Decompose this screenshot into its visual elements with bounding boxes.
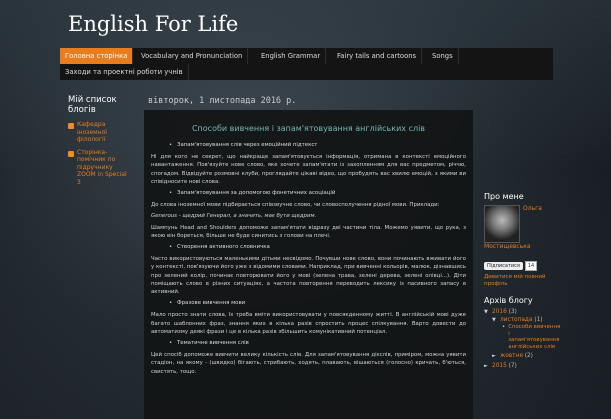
blog-title[interactable]: English For Life	[68, 12, 238, 36]
archive-month[interactable]: ▼ листопада (1)	[484, 316, 562, 324]
sidebar-blog-list: Мій список блогів Кафедра іноземної філо…	[68, 95, 130, 191]
post-container: Способи вивчення і запам'ятовування англ…	[144, 110, 473, 419]
post-paragraph: Цей спосіб допоможе вивчити велику кільк…	[151, 352, 466, 375]
post-paragraph: Generous - щедрий Генерал, а значить, ма…	[151, 213, 317, 220]
blog-list-item[interactable]: Кафедра іноземної філології	[68, 121, 130, 144]
blog-list-link[interactable]: Сторінка-помічник по підручнику ZOOM in …	[77, 149, 130, 187]
rss-icon	[68, 123, 74, 129]
post-paragraph: Мало просто знати слова, їх треба вміти …	[151, 312, 466, 335]
post-paragraph: Ні для кого не секрет, що найкраще запам…	[151, 154, 466, 185]
tab-projects[interactable]: Заходи та проектні роботи учнів	[60, 64, 189, 80]
tab-vocabulary[interactable]: Vocabulary and Pronunciation	[136, 48, 249, 64]
post-bullet: Запам'ятовування за допомогою фонетичних…	[151, 189, 466, 197]
post-date: вівторок, 1 листопада 2016 р.	[148, 96, 297, 106]
avatar[interactable]	[484, 205, 520, 243]
archive-month[interactable]: ► жовтня (2)	[484, 352, 562, 360]
post-bullet: Створення активного словничка	[151, 243, 466, 251]
blog-page: English For Life Головна сторінка Vocabu…	[52, 0, 566, 419]
nav-bar: Головна сторінка Vocabulary and Pronunci…	[60, 48, 553, 80]
post-bullet: Тематичне вивчення слів	[151, 339, 466, 347]
expand-triangle-icon[interactable]: ►	[484, 362, 492, 370]
rss-icon	[68, 150, 74, 157]
post-paragraph: Шампунь Head and Shoulders допоможе запа…	[151, 224, 466, 239]
subscribe-button[interactable]: Підписатися	[484, 262, 523, 270]
archive-year[interactable]: ► 2015 (7)	[484, 362, 562, 370]
tab-songs[interactable]: Songs	[427, 48, 459, 64]
post-title[interactable]: Способи вивчення і запам'ятовування англ…	[144, 124, 473, 133]
about-title: Про мене	[484, 192, 524, 201]
post-paragraph: До слова іноземної мови підбирається спі…	[151, 202, 440, 209]
archive-year[interactable]: ▼ 2016 (3)	[484, 308, 562, 316]
post-bullet: Запам'ятовування слів через емоційний пі…	[151, 141, 466, 149]
blog-list-title: Мій список блогів	[68, 95, 117, 115]
subscriber-count: 14	[524, 261, 538, 271]
sidebar-right: Про мене Ольга Мостищевська Підписатися 1…	[484, 192, 562, 370]
blog-list-link[interactable]: Кафедра іноземної філології	[77, 121, 130, 144]
post-bullet: Фразове вивчення мови	[151, 299, 466, 307]
collapse-triangle-icon[interactable]: ▼	[492, 316, 500, 324]
expand-triangle-icon[interactable]: ►	[492, 352, 500, 360]
tab-grammar[interactable]: English Grammar	[256, 48, 327, 64]
archive-post-link[interactable]: • Способи вивчення і запам'ятовування анг…	[484, 324, 562, 350]
profile-link[interactable]: Дивитися мій повний профіль	[484, 274, 562, 288]
tab-fairy-tails[interactable]: Fairy tails and cartoons	[332, 48, 423, 64]
blog-list-item[interactable]: Сторінка-помічник по підручнику ZOOM in …	[68, 149, 130, 187]
post-body: Запам'ятовування слів через емоційний пі…	[144, 141, 473, 376]
collapse-triangle-icon[interactable]: ▼	[484, 308, 492, 316]
archive-title: Архів блогу	[484, 296, 533, 305]
post-paragraph: Часто використовуються маленькими дітьми…	[151, 256, 466, 296]
tab-home[interactable]: Головна сторінка	[60, 48, 134, 64]
